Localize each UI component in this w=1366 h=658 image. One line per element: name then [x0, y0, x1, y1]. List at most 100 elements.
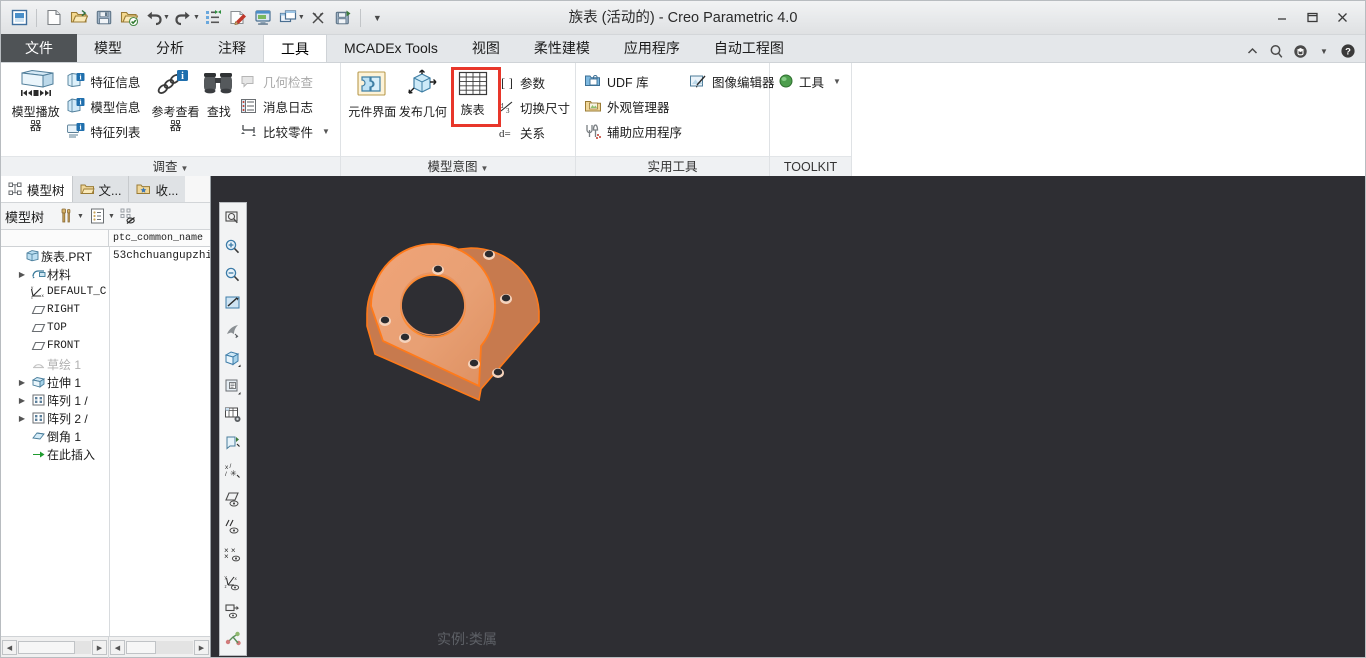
save-session-icon[interactable]: [331, 6, 356, 30]
open-icon[interactable]: [66, 6, 91, 30]
account-icon[interactable]: [1289, 40, 1311, 62]
tree-row-arrow[interactable]: ▶: [15, 270, 29, 279]
model-tree[interactable]: 族表.PRT 53chchuangupzhij ▶ 材料 y z x DEFAU…: [1, 247, 210, 636]
regenerate-icon[interactable]: [201, 6, 226, 30]
scroll-left-icon[interactable]: ◀: [110, 640, 125, 655]
family-table-button[interactable]: 族表: [448, 67, 497, 117]
model-3d-view[interactable]: [361, 226, 561, 411]
tree-column-ptc-common-name[interactable]: ptc_common_name: [109, 230, 210, 246]
annotation-toggle-icon[interactable]: [220, 597, 246, 625]
graphics-window[interactable]: x / / ✳ × × × y z x 实例:类属: [211, 176, 1365, 657]
qat-overflow-icon[interactable]: ▼: [365, 6, 390, 30]
annotation-display-icon[interactable]: [220, 429, 246, 457]
relations-button[interactable]: d= 关系: [497, 120, 569, 144]
datum-display-all-icon[interactable]: x / / ✳: [220, 457, 246, 485]
tab-mcadex-tools[interactable]: MCADEx Tools: [327, 34, 455, 62]
tab-flexible-modeling[interactable]: 柔性建模: [517, 34, 607, 62]
toolkit-tools-button[interactable]: 工具 ▼: [776, 69, 846, 93]
saved-views-icon[interactable]: [220, 373, 246, 401]
tree-row-arrow[interactable]: ▶: [15, 396, 29, 405]
help-icon[interactable]: ?: [1337, 40, 1359, 62]
feature-info-button[interactable]: i 特征信息: [64, 69, 151, 93]
save-as-icon[interactable]: [116, 6, 141, 30]
tab-view[interactable]: 视图: [455, 34, 517, 62]
tab-file[interactable]: 文件: [1, 34, 77, 62]
tree-filter-icon[interactable]: [118, 206, 140, 227]
tree-row-pattern-2[interactable]: ▶ 阵列 2 /: [1, 409, 210, 427]
tab-applications[interactable]: 应用程序: [607, 34, 697, 62]
tree-display-dropdown-icon[interactable]: ▼: [108, 213, 115, 220]
csys-display-icon[interactable]: y z x: [220, 569, 246, 597]
minimize-button[interactable]: [1267, 7, 1297, 29]
feature-list-button[interactable]: i 特征列表: [64, 119, 151, 143]
spin-center-icon[interactable]: [220, 317, 246, 345]
tree-row-arrow[interactable]: ▶: [15, 414, 29, 423]
close-button[interactable]: [1327, 7, 1357, 29]
plane-display-icon[interactable]: [220, 485, 246, 513]
tree-row-chamfer-1[interactable]: 倒角 1: [1, 427, 210, 445]
component-interface-button[interactable]: 元件界面: [347, 67, 398, 119]
tree-row-default-csys[interactable]: y z x DEFAULT_C: [1, 283, 210, 301]
tree-row-top-plane[interactable]: TOP: [1, 319, 210, 337]
geometry-check-button[interactable]: 几何检查: [238, 69, 334, 93]
scroll-thumb[interactable]: [18, 641, 75, 654]
tab-tools[interactable]: 工具: [263, 34, 327, 62]
tree-row-arrow[interactable]: ▶: [15, 378, 29, 387]
zoom-out-icon[interactable]: [220, 261, 246, 289]
scroll-right-icon[interactable]: ▶: [92, 640, 107, 655]
tree-hscrollbar-right[interactable]: ◀ ▶: [109, 637, 210, 658]
tab-model[interactable]: 模型: [77, 34, 139, 62]
tree-row-right-plane[interactable]: RIGHT: [1, 301, 210, 319]
drag-point-icon[interactable]: [220, 625, 246, 653]
udf-library-button[interactable]: UDF 库: [582, 69, 687, 93]
ribbon-group-investigate-title[interactable]: 调查 ▼: [1, 156, 340, 176]
model-info-button[interactable]: i 模型信息: [64, 94, 151, 118]
refit-icon[interactable]: [220, 205, 246, 233]
scroll-left-icon[interactable]: ◀: [2, 640, 17, 655]
toolkit-tools-dropdown-icon[interactable]: ▼: [833, 77, 841, 86]
reference-viewer-button[interactable]: i 参考查看 器: [151, 67, 200, 133]
publish-geometry-button[interactable]: 发布几何: [398, 67, 449, 119]
new-icon[interactable]: [41, 6, 66, 30]
tree-row-material[interactable]: ▶ 材料: [1, 265, 210, 283]
tree-column-name[interactable]: [1, 230, 109, 246]
tree-row-part[interactable]: 族表.PRT 53chchuangupzhij: [1, 247, 210, 265]
axis-display-icon[interactable]: [220, 513, 246, 541]
tree-row-insert-here[interactable]: 在此插入: [1, 445, 210, 463]
redo-dropdown-icon[interactable]: ▼: [193, 14, 200, 21]
maximize-button[interactable]: [1297, 7, 1327, 29]
parameters-button[interactable]: [ ] 参数: [497, 70, 569, 94]
undo-dropdown-icon[interactable]: ▼: [163, 14, 170, 21]
save-icon[interactable]: [91, 6, 116, 30]
tree-row-sketch[interactable]: 草绘 1: [1, 355, 210, 373]
switch-window-dropdown-icon[interactable]: ▼: [298, 14, 305, 21]
nav-tab-folder-browser[interactable]: 文...: [71, 176, 129, 202]
image-editor-button[interactable]: 图像编辑器: [687, 69, 775, 93]
tree-display-icon[interactable]: [87, 206, 109, 227]
find-button[interactable]: 查找: [200, 67, 238, 119]
scroll-thumb[interactable]: [126, 641, 157, 654]
collapse-ribbon-icon[interactable]: [1241, 40, 1263, 62]
tree-settings-dropdown-icon[interactable]: ▼: [77, 213, 84, 220]
ribbon-group-model-intent-title[interactable]: 模型意图 ▼: [341, 156, 575, 176]
compare-parts-dropdown-icon[interactable]: ▼: [322, 127, 330, 136]
nav-tab-favorites[interactable]: 收...: [128, 176, 186, 202]
display-style-icon[interactable]: [220, 345, 246, 373]
point-display-icon[interactable]: × × ×: [220, 541, 246, 569]
tab-annotate[interactable]: 注释: [201, 34, 263, 62]
tree-row-front-plane[interactable]: FRONT: [1, 337, 210, 355]
scroll-right-icon[interactable]: ▶: [194, 640, 209, 655]
zoom-in-icon[interactable]: [220, 233, 246, 261]
auxiliary-applications-button[interactable]: 辅助应用程序: [582, 119, 687, 143]
repaint-icon[interactable]: [220, 289, 246, 317]
model-player-button[interactable]: 模型播放 器: [7, 67, 64, 133]
nav-tab-model-tree[interactable]: 模型树: [1, 176, 72, 202]
window-icon[interactable]: [251, 6, 276, 30]
app-menu-icon[interactable]: [7, 6, 32, 30]
erase-icon[interactable]: [226, 6, 251, 30]
account-dropdown-icon[interactable]: ▼: [1313, 40, 1335, 62]
view-manager-icon[interactable]: [220, 401, 246, 429]
tree-row-extrude-1[interactable]: ▶ 拉伸 1: [1, 373, 210, 391]
tab-analysis[interactable]: 分析: [139, 34, 201, 62]
switch-dimensions-button[interactable]: d 3 切换尺寸: [497, 95, 570, 119]
